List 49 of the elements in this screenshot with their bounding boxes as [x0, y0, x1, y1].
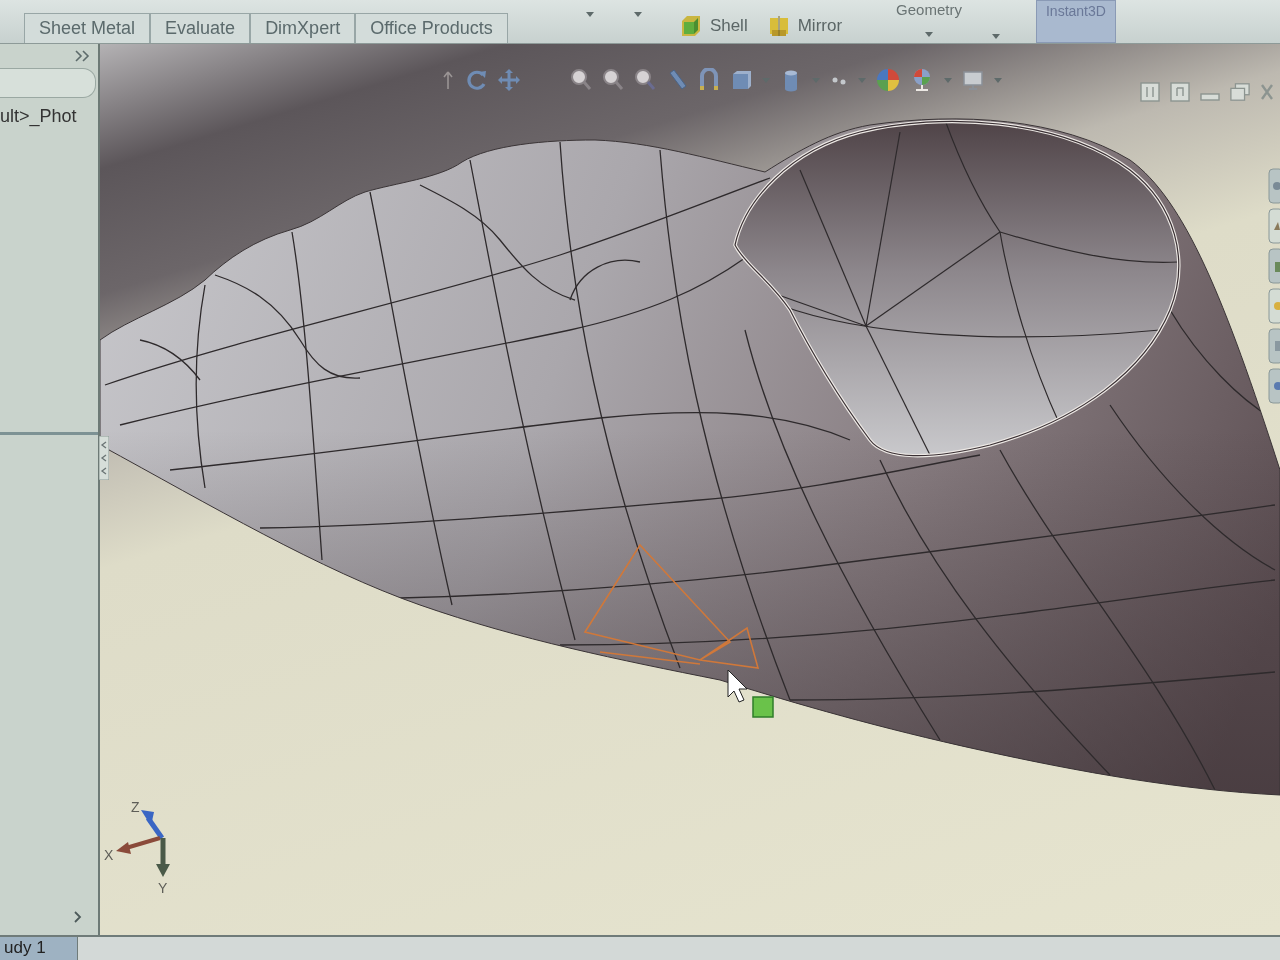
close-icon[interactable] [1260, 82, 1274, 102]
cube-icon [679, 13, 702, 38]
double-chevron-icon[interactable] [74, 50, 90, 62]
mouse-pointer-icon [727, 669, 748, 703]
caret-icon[interactable] [585, 12, 594, 17]
y-axis-arrow [156, 838, 170, 877]
color-sphere-icon[interactable] [876, 68, 900, 92]
ribbon-tab[interactable]: Office Products [355, 13, 508, 43]
pane-tab-icon[interactable] [1268, 328, 1280, 364]
ribbon-tab[interactable]: DimXpert [250, 13, 356, 43]
filter-field[interactable] [0, 68, 96, 98]
square-marker-icon [752, 696, 774, 718]
collapse-handle-icon[interactable] [99, 436, 109, 480]
pane-tab-icon[interactable] [1268, 288, 1280, 324]
axis-label: X [104, 847, 114, 863]
rotate-icon[interactable] [466, 68, 488, 92]
tile-icon[interactable] [1140, 82, 1160, 102]
pane-tab-icon[interactable] [1268, 248, 1280, 284]
magnet-icon[interactable] [698, 68, 720, 92]
axis-label: Y [158, 880, 168, 896]
caret-icon[interactable] [991, 34, 1000, 39]
magnifier-icon[interactable] [634, 68, 656, 92]
magnifier-icon[interactable] [570, 68, 592, 92]
mirrored-blocks-icon [767, 13, 790, 38]
axis-label: Z [131, 799, 140, 815]
bottom-tab[interactable]: udy 1 [0, 937, 78, 960]
toggle-button[interactable]: Instant3D [1035, 0, 1116, 43]
tile-icon[interactable] [1170, 82, 1190, 102]
caret-icon[interactable] [633, 12, 642, 17]
pane-tab-icon[interactable] [1268, 168, 1280, 204]
caret-icon[interactable] [925, 32, 933, 37]
ribbon-tab[interactable]: Evaluate [150, 13, 251, 43]
x-axis-arrow [116, 836, 161, 854]
ribbon-command[interactable]: Shell [669, 13, 758, 38]
monitor-icon[interactable] [962, 68, 984, 92]
magnifier-icon[interactable] [602, 68, 624, 92]
tree-item[interactable]: ult>_Phot [0, 106, 98, 127]
cube-icon[interactable] [730, 68, 752, 92]
ribbon-command[interactable]: Geometry [896, 0, 962, 37]
pane-tab-icon[interactable] [1268, 368, 1280, 404]
move-arrows-icon[interactable] [498, 68, 520, 92]
caret-icon[interactable] [994, 77, 1002, 83]
ribbon-tab[interactable]: Sheet Metal [24, 13, 151, 43]
minimize-icon[interactable] [1200, 93, 1220, 101]
restore-icon[interactable] [1230, 82, 1250, 102]
z-axis-arrow [141, 810, 165, 840]
pane-tab-icon[interactable] [1268, 208, 1280, 244]
chevron-icon[interactable] [74, 911, 82, 923]
ribbon-command[interactable]: Mirror [757, 13, 853, 38]
